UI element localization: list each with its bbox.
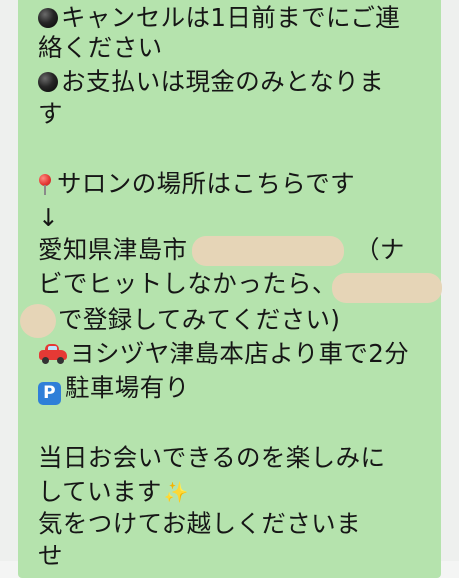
looking-forward-text: 当日お会いできるのを楽しみに (38, 443, 386, 472)
directions-text: ヨシヅヤ津島本店より車で2分 (70, 339, 410, 368)
parking-text: 駐車場有り (65, 373, 190, 402)
message-line-payment: お支払いは現金のみとなりま (38, 66, 384, 97)
round-pushpin-icon (38, 172, 52, 196)
cancel-policy-text-cont: 絡ください (38, 33, 163, 62)
message-line-take-care-cont: せ (38, 540, 63, 571)
navi-text: ビでヒットしなかったら、 (38, 269, 337, 298)
redacted-phone-end (20, 304, 56, 338)
message-line-location: サロンの場所はこちらです (38, 168, 355, 199)
message-line-take-care: 気をつけてお越しくださいま (38, 508, 361, 539)
address-suffix-text: （ナ (355, 235, 405, 264)
chat-background-left (0, 0, 18, 561)
black-circle-icon (38, 72, 58, 92)
register-text: で登録してみてください) (58, 305, 341, 334)
looking-forward-text-cont: しています (38, 477, 162, 506)
message-line-car: ヨシヅヤ津島本店より車で2分 (38, 338, 409, 369)
address-prefix-text: 愛知県津島市 (38, 235, 188, 264)
redacted-phone (332, 273, 442, 303)
take-care-text-cont: せ (38, 541, 63, 570)
message-line-arrow: ↓ (38, 202, 59, 233)
redacted-address (192, 236, 344, 266)
payment-policy-text-cont: す (38, 99, 63, 128)
black-circle-icon (38, 8, 58, 28)
message-line-cancel-cont: 絡ください (38, 32, 163, 63)
take-care-text: 気をつけてお越しくださいま (38, 509, 361, 538)
message-line-looking-forward: 当日お会いできるのを楽しみに (38, 442, 385, 473)
message-line-address-suffix: （ナ (355, 234, 405, 265)
message-line-looking-forward-cont: しています ✨ (38, 476, 189, 508)
message-line-parking: P 駐車場有り (38, 372, 190, 405)
message-line-navi: ビでヒットしなかったら、 (38, 268, 337, 299)
payment-policy-text: お支払いは現金のみとなりま (61, 67, 384, 96)
message-line-payment-cont: す (38, 98, 63, 129)
message-line-cancel: キャンセルは1日前までにご連 (38, 2, 400, 33)
down-arrow-text: ↓ (38, 203, 59, 232)
location-heading-text: サロンの場所はこちらです (57, 169, 356, 198)
sparkles-icon: ✨ (163, 480, 190, 504)
message-line-register: で登録してみてください) (58, 304, 340, 335)
parking-icon: P (38, 382, 61, 405)
car-icon (38, 341, 68, 365)
chat-background-right (441, 0, 459, 561)
cancel-policy-text: キャンセルは1日前までにご連 (61, 3, 401, 32)
message-line-address: 愛知県津島市 (38, 234, 187, 265)
